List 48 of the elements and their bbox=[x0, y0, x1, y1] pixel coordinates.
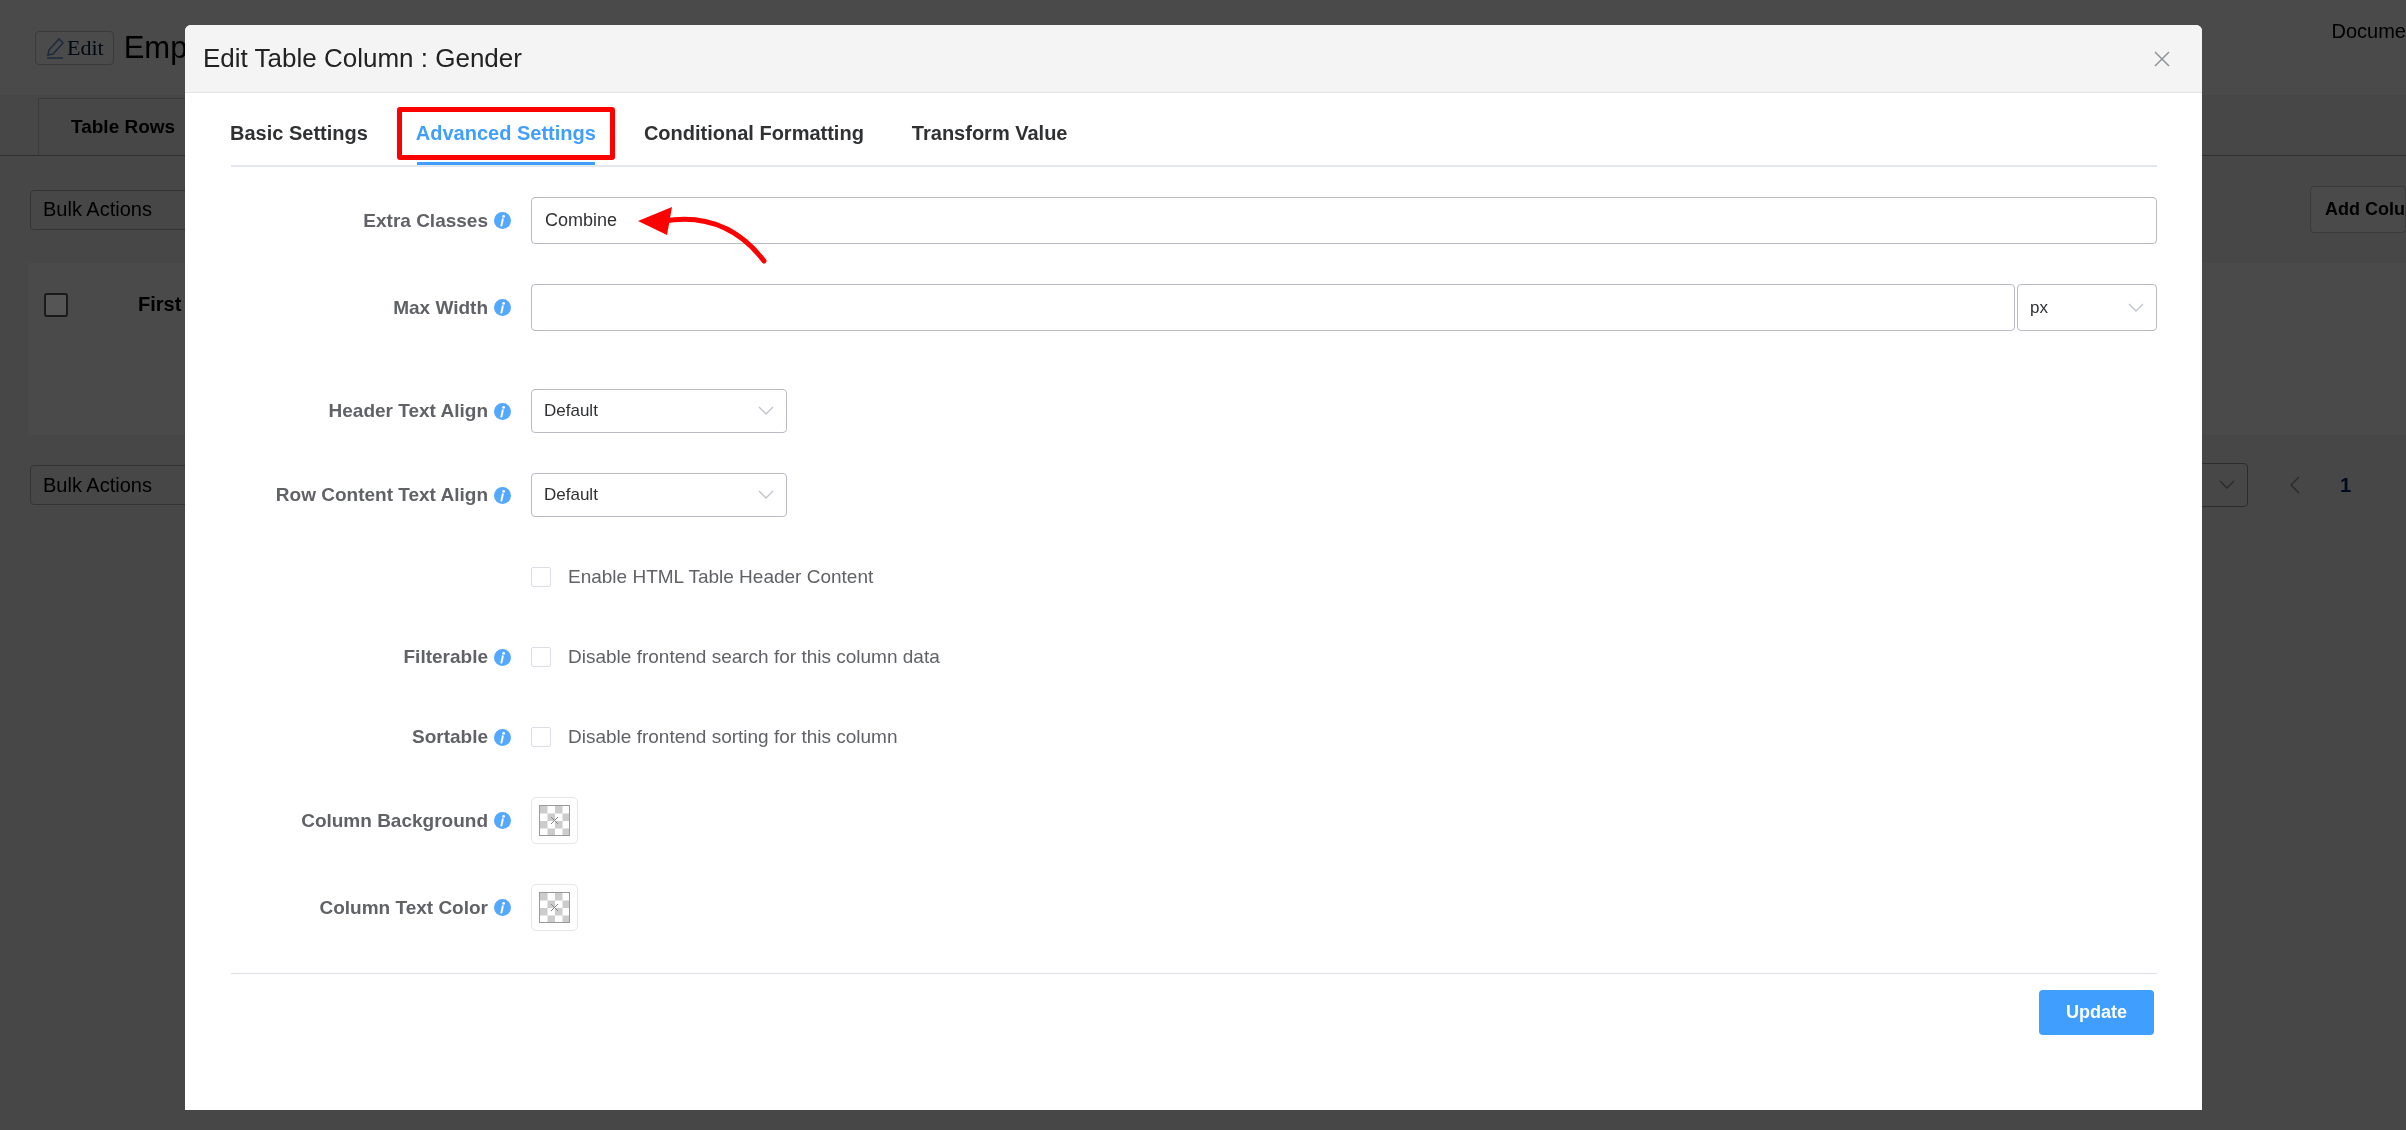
field-label: Sortable bbox=[411, 726, 488, 748]
unit-select[interactable]: px bbox=[2017, 284, 2157, 331]
chevron-down-icon bbox=[2128, 302, 2144, 313]
column-header: First bbox=[138, 293, 182, 316]
dropdown[interactable]: Default bbox=[531, 389, 787, 433]
page-title: Emp bbox=[123, 29, 188, 66]
tab[interactable]: Transform Value bbox=[897, 116, 1082, 151]
chevron-down-icon bbox=[2219, 480, 2235, 490]
color-picker[interactable] bbox=[531, 797, 578, 844]
field-label: Filterable bbox=[403, 646, 488, 668]
empty-color-icon bbox=[539, 805, 570, 836]
update-button[interactable]: Update bbox=[2039, 990, 2154, 1035]
checkbox-label: Disable frontend sorting for this column bbox=[568, 726, 898, 748]
field-label: Header Text Align bbox=[328, 400, 488, 422]
chevron-down-icon bbox=[758, 406, 774, 416]
tab[interactable]: Conditional Formatting bbox=[629, 116, 878, 151]
info-icon[interactable] bbox=[494, 812, 511, 829]
field-label: Row Content Text Align bbox=[275, 484, 488, 506]
checkbox-label: Enable HTML Table Header Content bbox=[568, 566, 874, 588]
field-label: Column Background bbox=[301, 809, 488, 832]
documentation-link[interactable]: Docume bbox=[2331, 20, 2406, 43]
empty-color-icon bbox=[539, 892, 570, 923]
field-label: Extra Classes bbox=[363, 209, 488, 232]
text-field[interactable]: Combine bbox=[531, 197, 2157, 244]
dialog-title: Edit Table Column : Gender bbox=[203, 43, 522, 74]
info-icon[interactable] bbox=[494, 402, 511, 420]
chevron-left-icon[interactable] bbox=[2290, 476, 2300, 494]
info-icon[interactable] bbox=[494, 728, 511, 746]
close-icon bbox=[2154, 50, 2170, 67]
checkbox-label: Disable frontend search for this column data bbox=[568, 646, 940, 668]
pencil-icon bbox=[45, 35, 65, 60]
field-label: Max Width bbox=[393, 296, 488, 319]
dropdown[interactable]: Default bbox=[531, 473, 787, 517]
color-picker[interactable] bbox=[531, 884, 578, 931]
chevron-down-icon bbox=[758, 490, 774, 500]
info-icon[interactable] bbox=[494, 648, 511, 666]
info-icon[interactable] bbox=[494, 299, 511, 316]
info-icon[interactable] bbox=[494, 212, 511, 229]
add-column-button[interactable]: Add Colu bbox=[2310, 186, 2406, 233]
info-icon[interactable] bbox=[494, 899, 511, 916]
page-number[interactable]: 1 bbox=[2340, 473, 2352, 497]
edit-button[interactable]: Edit bbox=[35, 30, 114, 65]
info-icon[interactable] bbox=[494, 486, 511, 504]
tab[interactable]: Basic Settings bbox=[216, 116, 382, 151]
checkbox[interactable] bbox=[44, 293, 68, 317]
text-field[interactable] bbox=[531, 284, 2015, 331]
field-label: Column Text Color bbox=[319, 896, 488, 919]
tab[interactable]: Advanced Settings bbox=[401, 116, 610, 151]
